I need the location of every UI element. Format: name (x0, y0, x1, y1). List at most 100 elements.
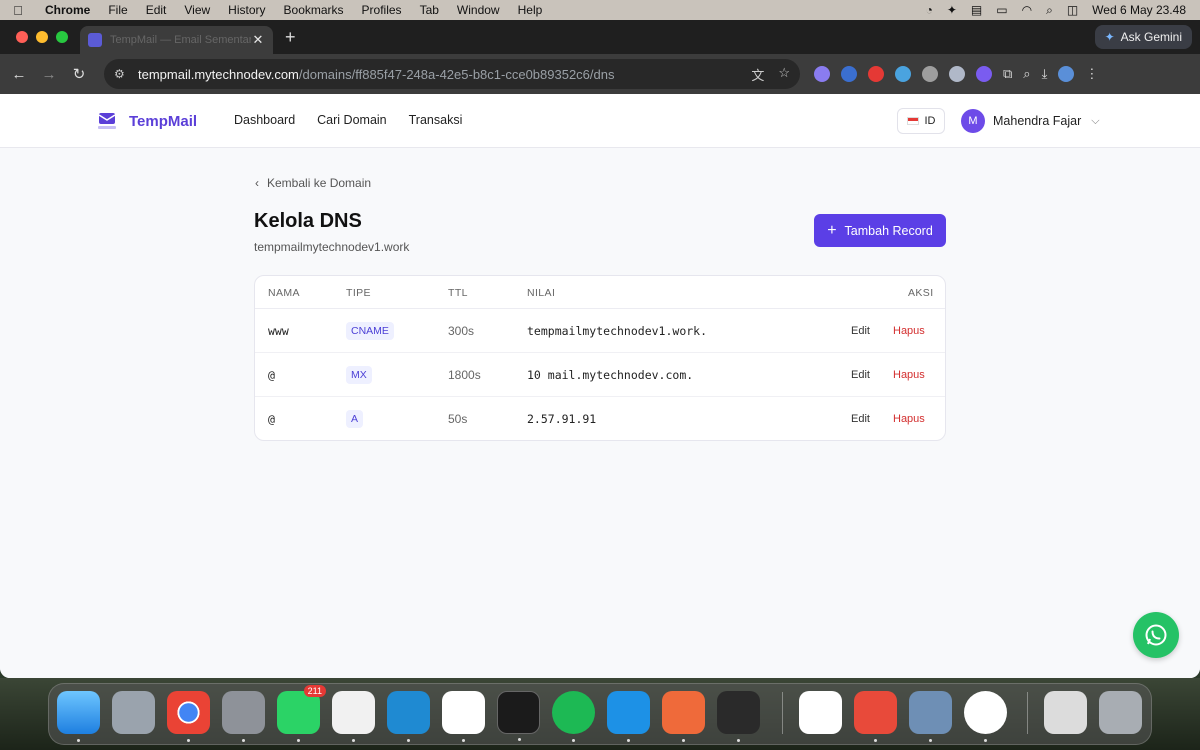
apple-icon[interactable]:  (0, 3, 36, 18)
menu-app-name[interactable]: Chrome (36, 3, 99, 17)
bookmark-star-icon[interactable]: ☆ (778, 65, 790, 84)
zoom-window-button[interactable] (56, 31, 68, 43)
menubar-datetime[interactable]: Wed 6 May 23.48 (1092, 3, 1186, 17)
extension-3-icon[interactable] (868, 66, 884, 82)
language-switcher[interactable]: ID (897, 108, 945, 134)
pdf-document-icon[interactable] (1044, 691, 1087, 734)
address-bar[interactable]: ⚙ tempmail.mytechnodev.com/domains/ff885… (104, 59, 800, 89)
ask-gemini-button[interactable]: ✦ Ask Gemini (1094, 25, 1192, 49)
whatsapp-chat-button[interactable] (1133, 612, 1179, 658)
nav-dashboard[interactable]: Dashboard (234, 113, 295, 127)
postman-icon[interactable] (662, 691, 705, 742)
preview-icon[interactable] (909, 691, 952, 742)
control-center-icon[interactable]: ◫ (1067, 3, 1078, 17)
menu-tab[interactable]: Tab (411, 3, 448, 17)
menu-bookmarks[interactable]: Bookmarks (275, 3, 353, 17)
web-page: TempMail Dashboard Cari Domain Transaksi… (0, 94, 1200, 678)
nav-cari-domain[interactable]: Cari Domain (317, 113, 386, 127)
back-icon[interactable]: ← (4, 66, 34, 83)
pdf-status-icon[interactable]: ▤ (971, 3, 982, 17)
chrome-icon[interactable] (167, 691, 210, 742)
chevron-left-icon: ‹ (255, 176, 259, 190)
menu-view[interactable]: View (175, 3, 219, 17)
edit-button[interactable]: Edit (851, 413, 870, 425)
dock-separator (782, 692, 783, 734)
tab-search-icon[interactable]: ⌕ (1023, 66, 1030, 82)
menu-window[interactable]: Window (448, 3, 509, 17)
capcut-icon[interactable] (799, 691, 842, 734)
tableplus-icon[interactable] (332, 691, 375, 742)
translate-icon[interactable]: 文 (751, 65, 764, 84)
column-aksi: AKSI (908, 287, 934, 299)
record-type-badge: A (346, 410, 364, 428)
delete-button[interactable]: Hapus (893, 413, 925, 425)
menu-profiles[interactable]: Profiles (353, 3, 411, 17)
vscode-icon[interactable] (387, 691, 430, 742)
chrome-menu-icon[interactable]: ⋮ (1085, 66, 1098, 82)
menu-edit[interactable]: Edit (137, 3, 176, 17)
system-settings-icon[interactable] (222, 691, 265, 742)
site-settings-icon[interactable]: ⚙ (114, 67, 132, 81)
finder-icon[interactable] (57, 691, 100, 742)
new-tab-button[interactable]: + (285, 27, 296, 48)
app-header: TempMail Dashboard Cari Domain Transaksi… (0, 94, 1200, 148)
extensions-area: ⧉ ⌕ ⤓ ⋮ (814, 66, 1098, 82)
pdf-app-icon[interactable] (854, 691, 897, 742)
nav-transaksi[interactable]: Transaksi (409, 113, 463, 127)
extensions-puzzle-icon[interactable]: ⧉ (1003, 66, 1012, 82)
browser-tab[interactable]: TempMail — Email Sementara ✕ (80, 26, 273, 54)
gemini-icon: ✦ (1104, 30, 1115, 44)
mongodb-compass-icon[interactable] (442, 691, 485, 742)
app-logo[interactable]: TempMail (96, 110, 197, 132)
user-menu[interactable]: M Mahendra Fajar ⌵ (961, 109, 1100, 133)
add-record-button[interactable]: + Tambah Record (814, 214, 946, 247)
terminal-icon[interactable] (497, 691, 540, 741)
close-tab-icon[interactable]: ✕ (251, 32, 265, 48)
whatsapp-notification-badge: 211 (303, 685, 326, 697)
edit-button[interactable]: Edit (851, 325, 870, 337)
docker-icon[interactable] (607, 691, 650, 742)
tab-title: TempMail — Email Sementara (110, 34, 251, 46)
reload-icon[interactable]: ↻ (64, 65, 94, 83)
spotify-icon[interactable] (552, 691, 595, 742)
profile-avatar-icon[interactable] (1058, 66, 1075, 82)
menu-history[interactable]: History (219, 3, 274, 17)
app-logo-text: TempMail (129, 112, 198, 130)
page-title: Kelola DNS (254, 210, 362, 232)
column-ttl: TTL (448, 287, 468, 299)
indonesia-flag-icon (906, 117, 919, 125)
launchpad-icon[interactable] (112, 691, 155, 734)
simulator-icon[interactable] (964, 691, 1007, 742)
chevron-down-icon: ⌵ (1091, 114, 1100, 127)
url-host: tempmail.mytechnodev.com (138, 66, 299, 82)
tab-favicon-icon (88, 33, 102, 47)
table-row: @ MX 1800s 10 mail.mytechnodev.com. Edit… (255, 353, 945, 397)
menu-help[interactable]: Help (509, 3, 552, 17)
extension-7-icon[interactable] (976, 66, 992, 82)
forward-icon[interactable]: → (34, 66, 64, 83)
delete-button[interactable]: Hapus (893, 325, 925, 337)
column-tipe: TIPE (346, 287, 371, 299)
downloads-icon[interactable]: ⤓ (1042, 66, 1048, 82)
search-icon[interactable]: ⌕ (1046, 3, 1053, 18)
menu-file[interactable]: File (99, 3, 136, 17)
record-type-badge: MX (346, 366, 372, 384)
minimize-window-button[interactable] (36, 31, 48, 43)
clock-extension-icon[interactable]: ◔ (926, 3, 933, 17)
extension-6-icon[interactable] (949, 66, 965, 82)
extension-4-icon[interactable] (895, 66, 911, 82)
quicktime-icon[interactable] (717, 691, 760, 742)
battery-icon[interactable]: ▭ (996, 3, 1007, 17)
extension-1-icon[interactable] (814, 66, 830, 82)
gemini-sparkle-icon[interactable]: ✦ (947, 3, 957, 17)
delete-button[interactable]: Hapus (893, 369, 925, 381)
close-window-button[interactable] (16, 31, 28, 43)
tab-strip: TempMail — Email Sementara ✕ + ✦ Ask Gem… (0, 20, 1200, 54)
extension-2-icon[interactable] (841, 66, 857, 82)
extension-5-icon[interactable] (922, 66, 938, 82)
whatsapp-dock-icon[interactable]: 211 (277, 685, 326, 742)
back-to-domain-link[interactable]: ‹ Kembali ke Domain (255, 176, 371, 190)
trash-icon[interactable] (1099, 691, 1142, 734)
edit-button[interactable]: Edit (851, 369, 870, 381)
wifi-icon[interactable]: ◠ (1022, 3, 1032, 17)
